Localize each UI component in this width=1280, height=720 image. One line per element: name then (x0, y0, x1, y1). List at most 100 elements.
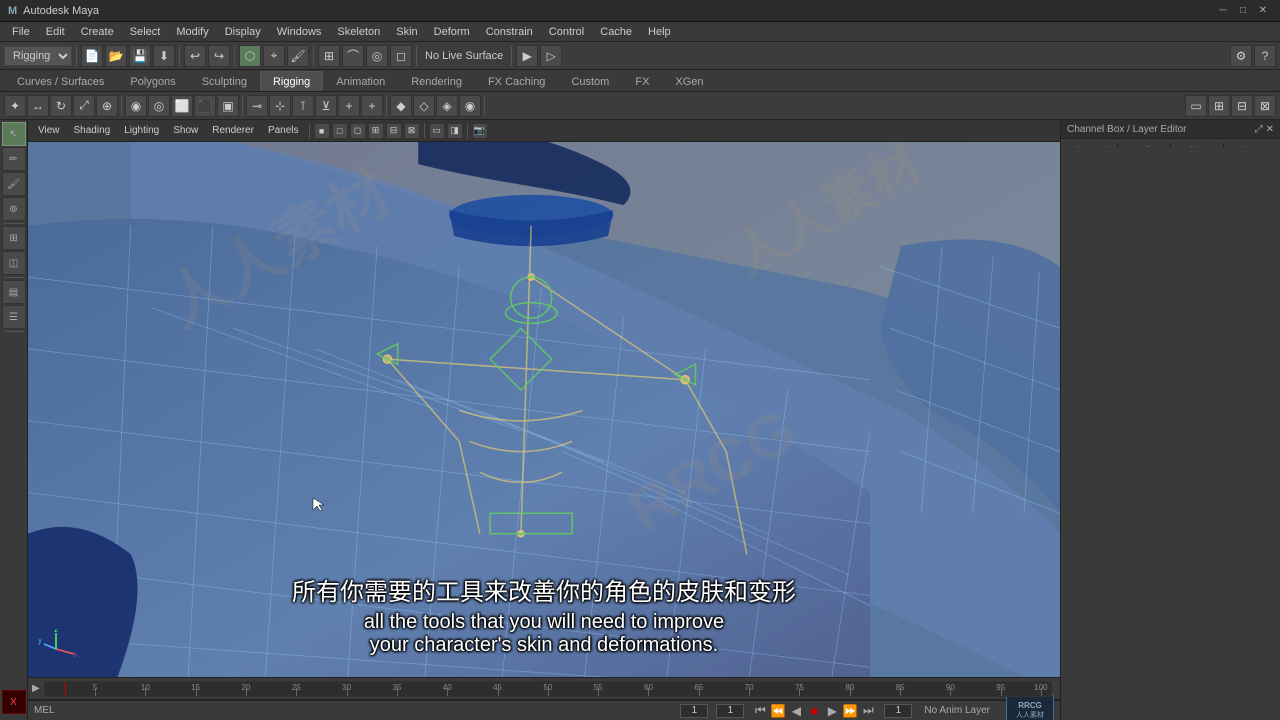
snap-point-button[interactable]: ◎ (366, 45, 388, 67)
vp-toggle7[interactable]: ▭ (429, 123, 445, 139)
menu-deform[interactable]: Deform (426, 22, 478, 42)
tab-rendering[interactable]: Rendering (398, 71, 475, 91)
vp-lighting-menu[interactable]: Lighting (118, 124, 165, 137)
lasso-tool-button[interactable]: ⌖ (263, 45, 285, 67)
help-button[interactable]: ? (1254, 45, 1276, 67)
menu-windows[interactable]: Windows (269, 22, 330, 42)
viewport[interactable]: View Shading Lighting Show Renderer Pane… (28, 120, 1060, 677)
step-forward-button[interactable]: ⏩ (842, 703, 858, 719)
soft-select4[interactable]: ⬛ (194, 95, 216, 117)
magnet-button[interactable]: ◫ (2, 251, 26, 275)
move-tool[interactable]: ↔ (27, 95, 49, 117)
tab-fx-caching[interactable]: FX Caching (475, 71, 558, 91)
rotate-tool[interactable]: ↻ (50, 95, 72, 117)
redo-button[interactable]: ↪ (208, 45, 230, 67)
prev-frame-button[interactable]: ◀ (788, 703, 804, 719)
frame-current-input[interactable] (716, 704, 744, 718)
viewport-3d[interactable]: 人人素材 RRCG 人人素材 所有你需要的工具来改善你的角色的皮肤和变形 all… (28, 142, 1060, 677)
tab-animation[interactable]: Animation (323, 71, 398, 91)
ik-rp[interactable]: ⊻ (315, 95, 337, 117)
menu-modify[interactable]: Modify (168, 22, 216, 42)
channel-button[interactable]: ☰ (2, 305, 26, 329)
menu-display[interactable]: Display (217, 22, 269, 42)
universal-tool[interactable]: ⊕ (96, 95, 118, 117)
layout-single[interactable]: ▭ (1185, 95, 1207, 117)
sculpt-button[interactable]: ⊚ (2, 197, 26, 221)
ipr-render-button[interactable]: ▷ (540, 45, 562, 67)
workspace-dropdown[interactable]: Rigging (4, 46, 72, 66)
paint-mode-button[interactable]: ✏ (2, 147, 26, 171)
vp-toggle8[interactable]: ◨ (447, 123, 463, 139)
save-file-button[interactable]: 💾 (129, 45, 151, 67)
go-to-start-button[interactable]: ⏮ (752, 703, 768, 719)
step-back-button[interactable]: ⏪ (770, 703, 786, 719)
select-mode-button[interactable]: ↖ (2, 122, 26, 146)
render-button[interactable]: ▶ (516, 45, 538, 67)
vp-toggle6[interactable]: ⊠ (404, 123, 420, 139)
constraint-point[interactable]: ◆ (390, 95, 412, 117)
vp-toggle1[interactable]: ■ (314, 123, 330, 139)
menu-cache[interactable]: Cache (592, 22, 640, 42)
settings-button[interactable]: ⚙ (1230, 45, 1252, 67)
layout-quad[interactable]: ⊞ (1208, 95, 1230, 117)
stop-button[interactable]: ■ (806, 703, 822, 719)
tab-sculpting[interactable]: Sculpting (189, 71, 260, 91)
undo-button[interactable]: ↩ (184, 45, 206, 67)
vp-toggle2[interactable]: □ (332, 123, 348, 139)
menu-help[interactable]: Help (640, 22, 679, 42)
vp-shading-menu[interactable]: Shading (68, 124, 117, 137)
scale-tool[interactable]: ⤢ (73, 95, 95, 117)
tab-fx[interactable]: FX (622, 71, 662, 91)
menu-file[interactable]: File (4, 22, 38, 42)
skin-bind[interactable]: + (338, 95, 360, 117)
menu-constrain[interactable]: Constrain (478, 22, 541, 42)
select-tool2[interactable]: ✦ (4, 95, 26, 117)
open-file-button[interactable]: 📂 (105, 45, 127, 67)
constraint-parent[interactable]: ◉ (459, 95, 481, 117)
constraint-scale[interactable]: ◈ (436, 95, 458, 117)
frame-playback-input[interactable] (884, 704, 912, 718)
brush-button[interactable]: 🖌 (2, 172, 26, 196)
import-button[interactable]: ⬇ (153, 45, 175, 67)
soft-select[interactable]: ◉ (125, 95, 147, 117)
vp-toggle4[interactable]: ⊞ (368, 123, 384, 139)
right-panel-close-button[interactable]: ✕ (1266, 124, 1274, 135)
frame-start-input[interactable] (680, 704, 708, 718)
soft-select5[interactable]: ▣ (217, 95, 239, 117)
layer-button[interactable]: ▤ (2, 280, 26, 304)
new-file-button[interactable]: 📄 (81, 45, 103, 67)
layout-2col[interactable]: ⊟ (1231, 95, 1253, 117)
menu-skeleton[interactable]: Skeleton (329, 22, 388, 42)
vp-toggle5[interactable]: ⊟ (386, 123, 402, 139)
ik-spring[interactable]: ⊺ (292, 95, 314, 117)
snap-curve-button[interactable]: ⌒ (342, 45, 364, 67)
layout-3pane[interactable]: ⊠ (1254, 95, 1276, 117)
close-button[interactable]: ✕ (1254, 3, 1272, 19)
vp-show-menu[interactable]: Show (167, 124, 204, 137)
menu-create[interactable]: Create (73, 22, 122, 42)
snap-surface-button[interactable]: ◻ (390, 45, 412, 67)
vp-panels-menu[interactable]: Panels (262, 124, 305, 137)
select-tool-button[interactable]: ⬡ (239, 45, 261, 67)
joint-tool[interactable]: ⊸ (246, 95, 268, 117)
ik-tool[interactable]: ⊹ (269, 95, 291, 117)
skin-paint[interactable]: + (361, 95, 383, 117)
maximize-button[interactable]: □ (1234, 3, 1252, 19)
menu-select[interactable]: Select (122, 22, 169, 42)
camera-button[interactable]: 📷 (472, 123, 488, 139)
snap-button[interactable]: ⊞ (2, 226, 26, 250)
vp-renderer-menu[interactable]: Renderer (206, 124, 260, 137)
next-frame-button[interactable]: ▶ (824, 703, 840, 719)
tab-custom[interactable]: Custom (558, 71, 622, 91)
menu-skin[interactable]: Skin (388, 22, 425, 42)
vp-view-menu[interactable]: View (32, 124, 66, 137)
constraint-orient[interactable]: ◇ (413, 95, 435, 117)
menu-control[interactable]: Control (541, 22, 592, 42)
minimize-button[interactable]: ─ (1214, 3, 1232, 19)
timeline-ruler[interactable]: 5 10 15 20 25 30 35 (44, 681, 1052, 697)
tab-polygons[interactable]: Polygons (117, 71, 188, 91)
tab-xgen[interactable]: XGen (662, 71, 716, 91)
vp-toggle3[interactable]: ◻ (350, 123, 366, 139)
snap-grid-button[interactable]: ⊞ (318, 45, 340, 67)
tab-curves-surfaces[interactable]: Curves / Surfaces (4, 71, 117, 91)
